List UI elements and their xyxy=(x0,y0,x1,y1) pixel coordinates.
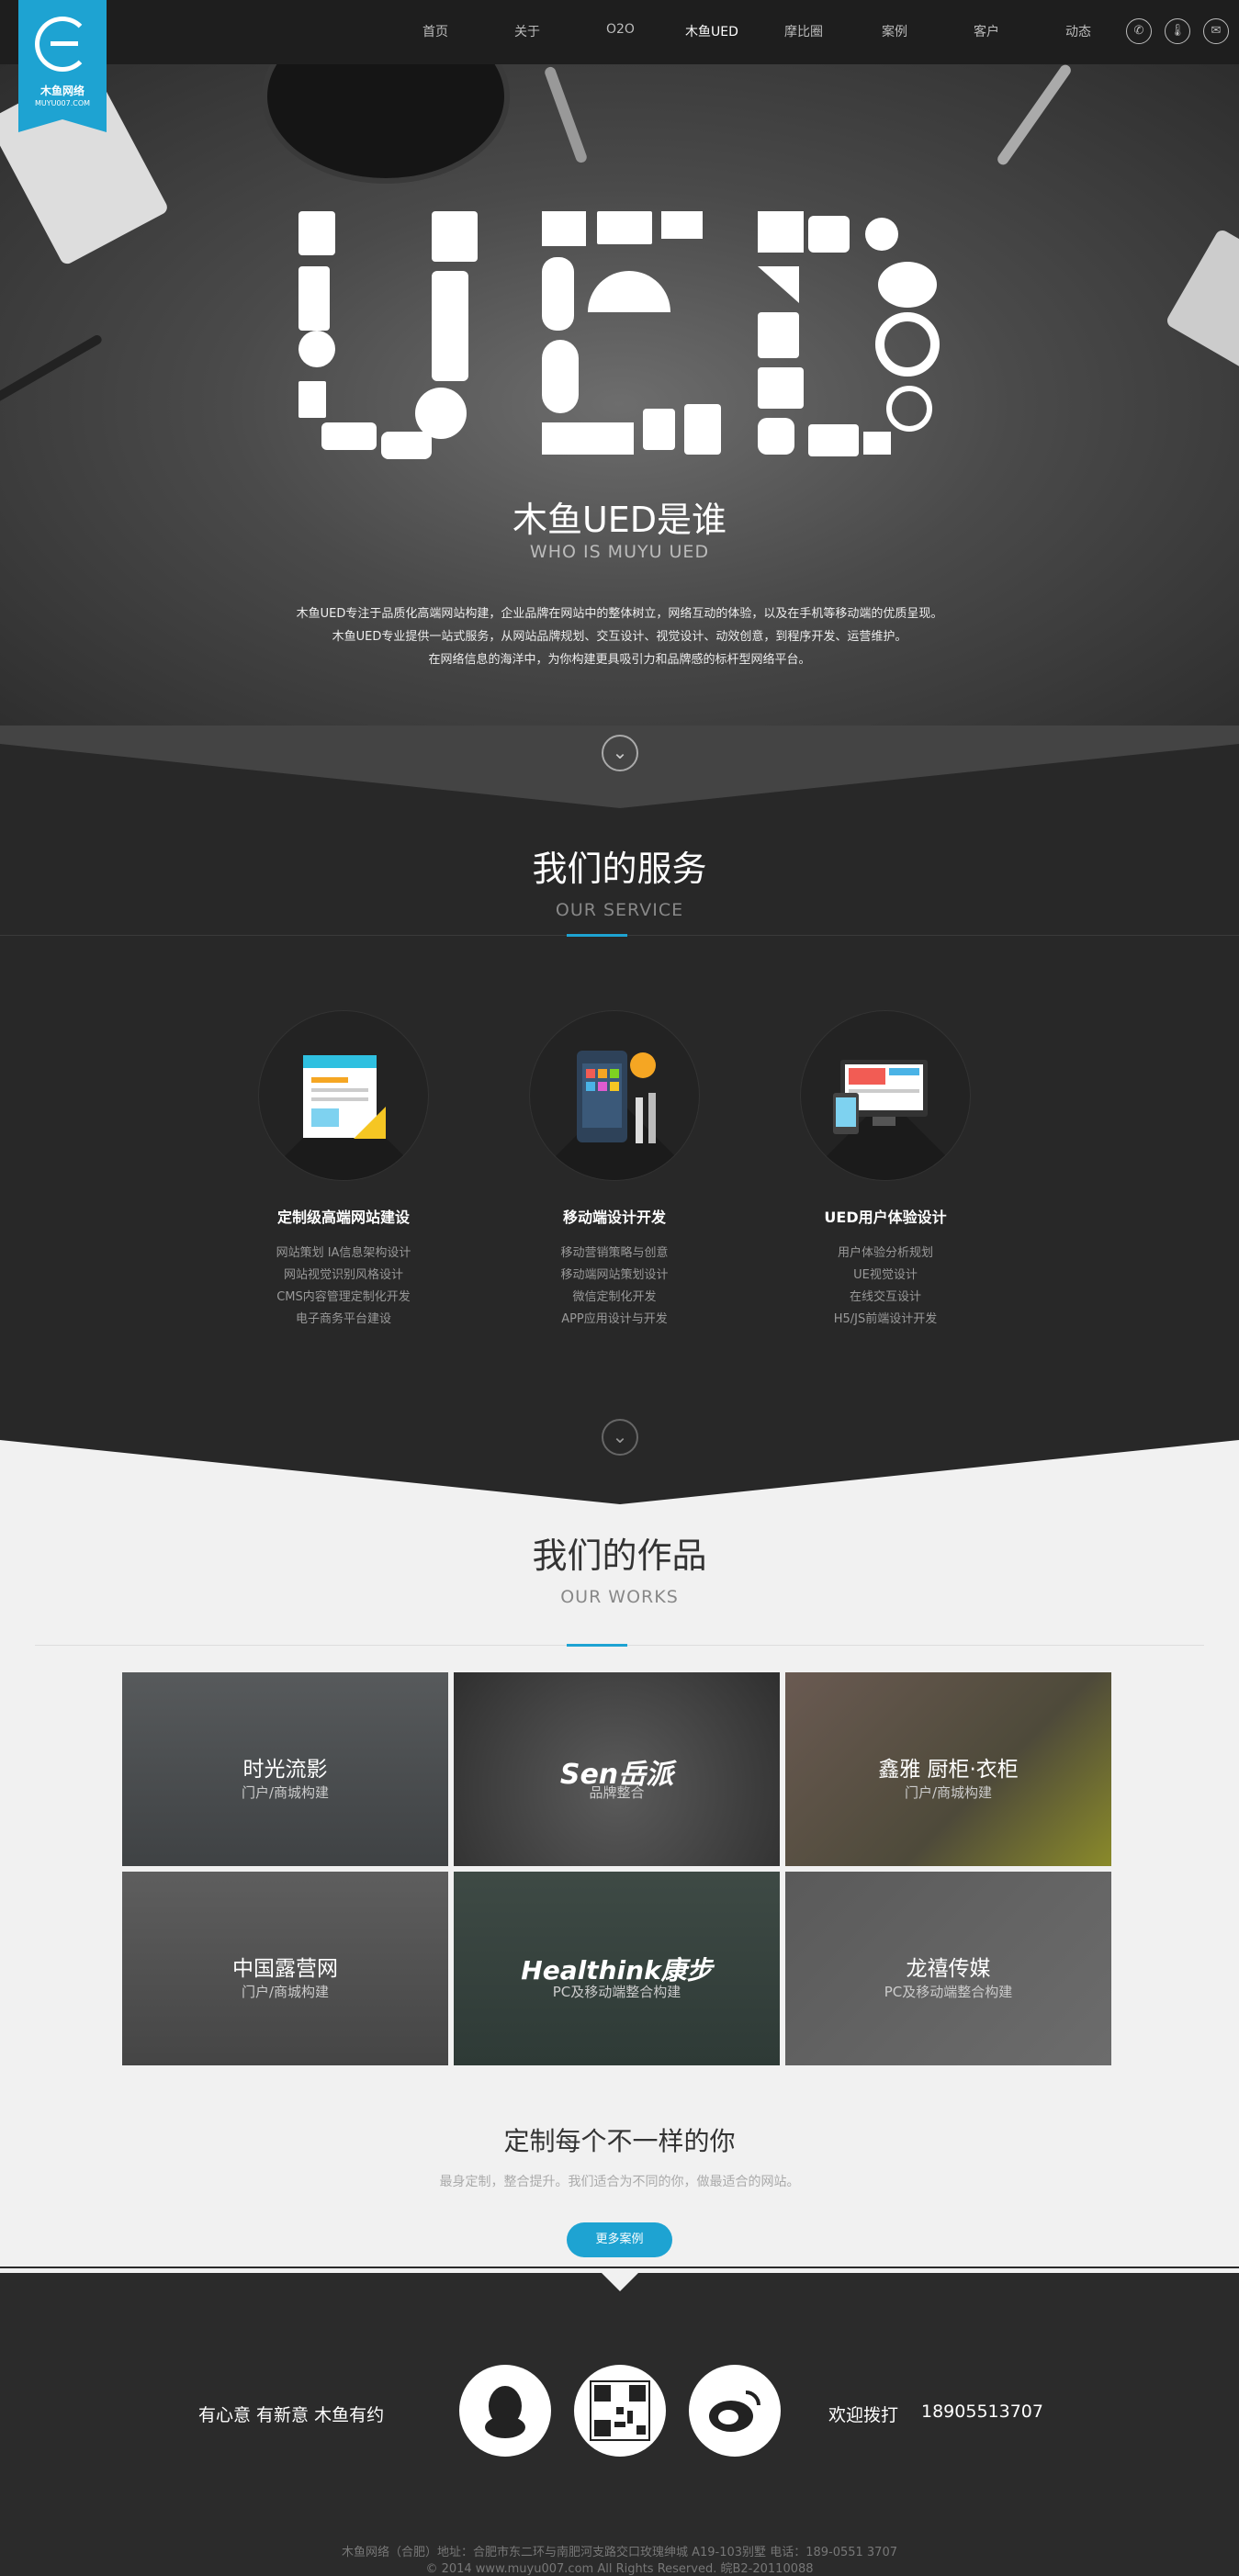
website-design-icon xyxy=(303,1055,386,1139)
work-tile-tag: 门户/商城构建 xyxy=(241,1784,330,1801)
service-title-2: 移动端设计开发 xyxy=(562,1209,666,1226)
nav-item-home[interactable]: 首页 xyxy=(422,22,448,40)
work-tile-3[interactable]: 鑫雅 厨柜·衣柜 门户/商城构建 xyxy=(785,1672,1111,1866)
qq-icon[interactable] xyxy=(459,2365,551,2457)
service-line: 网站策划 IA信息架构设计 xyxy=(276,1246,411,1260)
hero-paragraph-3: 在网络信息的海洋中，为你构建更具吸引力和品牌感的标杆型网络平台。 xyxy=(428,653,811,667)
service-line: CMS内容管理定制化开发 xyxy=(276,1290,411,1304)
cta-title: 定制每个不一样的你 xyxy=(503,2126,736,2156)
service-line: 用户体验分析规划 xyxy=(837,1246,933,1260)
logo-text: 木鱼网络 xyxy=(39,84,84,97)
accent-line xyxy=(567,934,627,937)
work-tile-tag: 门户/商城构建 xyxy=(904,1784,993,1801)
pen-image xyxy=(543,65,589,164)
service-line: 网站视觉识别风格设计 xyxy=(283,1268,403,1282)
logo-domain: MUYU007.COM xyxy=(34,99,91,107)
work-tile-tag: PC及移动端整合构建 xyxy=(884,1984,1013,2000)
service-line: UE视觉设计 xyxy=(853,1268,918,1282)
tool-image xyxy=(0,333,104,411)
service-line: 在线交互设计 xyxy=(849,1290,921,1304)
footer-address: 木鱼网络（合肥）地址：合肥市东二环与南肥河支路交口玫瑰绅城 A19-103别墅 … xyxy=(341,2546,897,2559)
service-title: 我们的服务 xyxy=(532,849,707,889)
compass-image xyxy=(995,64,1074,167)
hero-subtitle: WHO IS MUYU UED xyxy=(529,542,710,562)
service-title-3: UED用户体验设计 xyxy=(824,1209,947,1226)
top-nav-bar: 首页 关于 O2O 木鱼UED 摩比圈 案例 客户 动态 ✆ 🌡 ✉ xyxy=(0,0,1239,64)
work-tile-tag: 品牌整合 xyxy=(589,1784,645,1801)
service-section: 我们的服务 OUR SERVICE 定制级高端网站建设 网站策划 IA信息架构设… xyxy=(0,726,1239,1442)
weibo-icon[interactable] xyxy=(689,2365,781,2457)
scroll-down-chevron-icon[interactable]: ⌄ xyxy=(602,735,638,771)
work-tile-title: 龙禧传媒 xyxy=(906,1957,991,1981)
thermometer-icon[interactable]: 🌡 xyxy=(1165,18,1190,44)
work-tile-6[interactable]: 龙禧传媒 PC及移动端整合构建 xyxy=(785,1872,1111,2065)
nav-item-o2o[interactable]: O2O xyxy=(606,22,635,37)
qrcode-image-icon xyxy=(590,2380,650,2441)
footer-slogan: 有心意 有新意 木鱼有约 xyxy=(198,2405,385,2425)
cta-subtitle: 最身定制，整合提升。我们适合为不同的你，做最适合的网站。 xyxy=(439,2175,800,2189)
qrcode-icon[interactable] xyxy=(574,2365,666,2457)
nav-item-news[interactable]: 动态 xyxy=(1065,22,1091,40)
chat-icon[interactable]: ✉ xyxy=(1203,18,1229,44)
hotline-number[interactable]: 18905513707 xyxy=(921,2402,1043,2422)
footer-divider xyxy=(0,2268,1239,2291)
nav-item-mobile[interactable]: 摩比圈 xyxy=(784,22,823,40)
work-tile-4[interactable]: 中国露营网 门户/商城构建 xyxy=(122,1872,448,2065)
work-tile-5[interactable]: Healthink康步 PC及移动端整合构建 xyxy=(454,1872,780,2065)
work-tile-title: 鑫雅 厨柜·衣柜 xyxy=(878,1758,1019,1782)
fish-logo-icon xyxy=(35,17,90,72)
hero-paragraph-2: 木鱼UED专业提供一站式服务，从网站品牌规划、交互设计、视觉设计、动效创意，到程… xyxy=(332,630,907,644)
service-title-1: 定制级高端网站建设 xyxy=(276,1209,410,1226)
coffee-cup-image xyxy=(262,64,510,184)
footer-copyright: © 2014 www.muyu007.com All Rights Reserv… xyxy=(425,2562,814,2576)
nav-item-clients[interactable]: 客户 xyxy=(974,22,999,40)
work-tile-2[interactable]: Sen岳派 品牌整合 xyxy=(454,1672,780,1866)
work-tile-tag: PC及移动端整合构建 xyxy=(552,1984,681,2000)
service-line: 移动营销策略与创意 xyxy=(560,1246,669,1260)
nav-item-ued[interactable]: 木鱼UED xyxy=(685,22,738,40)
work-tile-tag: 门户/商城构建 xyxy=(241,1984,330,2000)
service-line: 移动端网站策划设计 xyxy=(560,1268,669,1282)
service-line: APP应用设计与开发 xyxy=(561,1312,668,1326)
accent-line xyxy=(567,1644,627,1647)
logo[interactable]: 木鱼网络 MUYU007.COM xyxy=(18,0,107,132)
hero-title: 木鱼UED是谁 xyxy=(512,500,727,540)
hero-section: 木鱼UED是谁 WHO IS MUYU UED 木鱼UED专注于品质化高端网站构… xyxy=(0,64,1239,744)
more-cases-button[interactable]: 更多案例 xyxy=(567,2222,672,2257)
hotline-label: 欢迎拨打 xyxy=(828,2405,899,2425)
ux-design-icon xyxy=(833,1060,928,1134)
service-line: 微信定制化开发 xyxy=(572,1290,657,1304)
works-title: 我们的作品 xyxy=(532,1535,707,1576)
work-tile-title: 中国露营网 xyxy=(232,1957,338,1981)
works-subtitle: OUR WORKS xyxy=(560,1587,679,1607)
qq-penguin-icon xyxy=(485,2386,525,2438)
service-line: 电子商务平台建设 xyxy=(295,1312,391,1326)
paper-image xyxy=(1165,228,1239,378)
ued-icon-lettering xyxy=(298,211,940,459)
work-tile-title: 时光流影 xyxy=(242,1758,328,1782)
service-line: H5/JS前端设计开发 xyxy=(833,1312,938,1326)
nav-item-about[interactable]: 关于 xyxy=(514,22,540,40)
weibo-logo-icon xyxy=(709,2390,760,2432)
work-tile-1[interactable]: 时光流影 门户/商城构建 xyxy=(122,1672,448,1866)
phone-icon[interactable]: ✆ xyxy=(1126,18,1152,44)
scroll-down-chevron-icon[interactable]: ⌄ xyxy=(602,1419,638,1456)
mobile-dev-icon xyxy=(577,1051,656,1143)
nav-item-cases[interactable]: 案例 xyxy=(882,22,907,40)
hero-paragraph-1: 木鱼UED专注于品质化高端网站构建，企业品牌在网站中的整体树立，网络互动的体验，… xyxy=(296,607,943,621)
service-subtitle: OUR SERVICE xyxy=(555,900,684,920)
